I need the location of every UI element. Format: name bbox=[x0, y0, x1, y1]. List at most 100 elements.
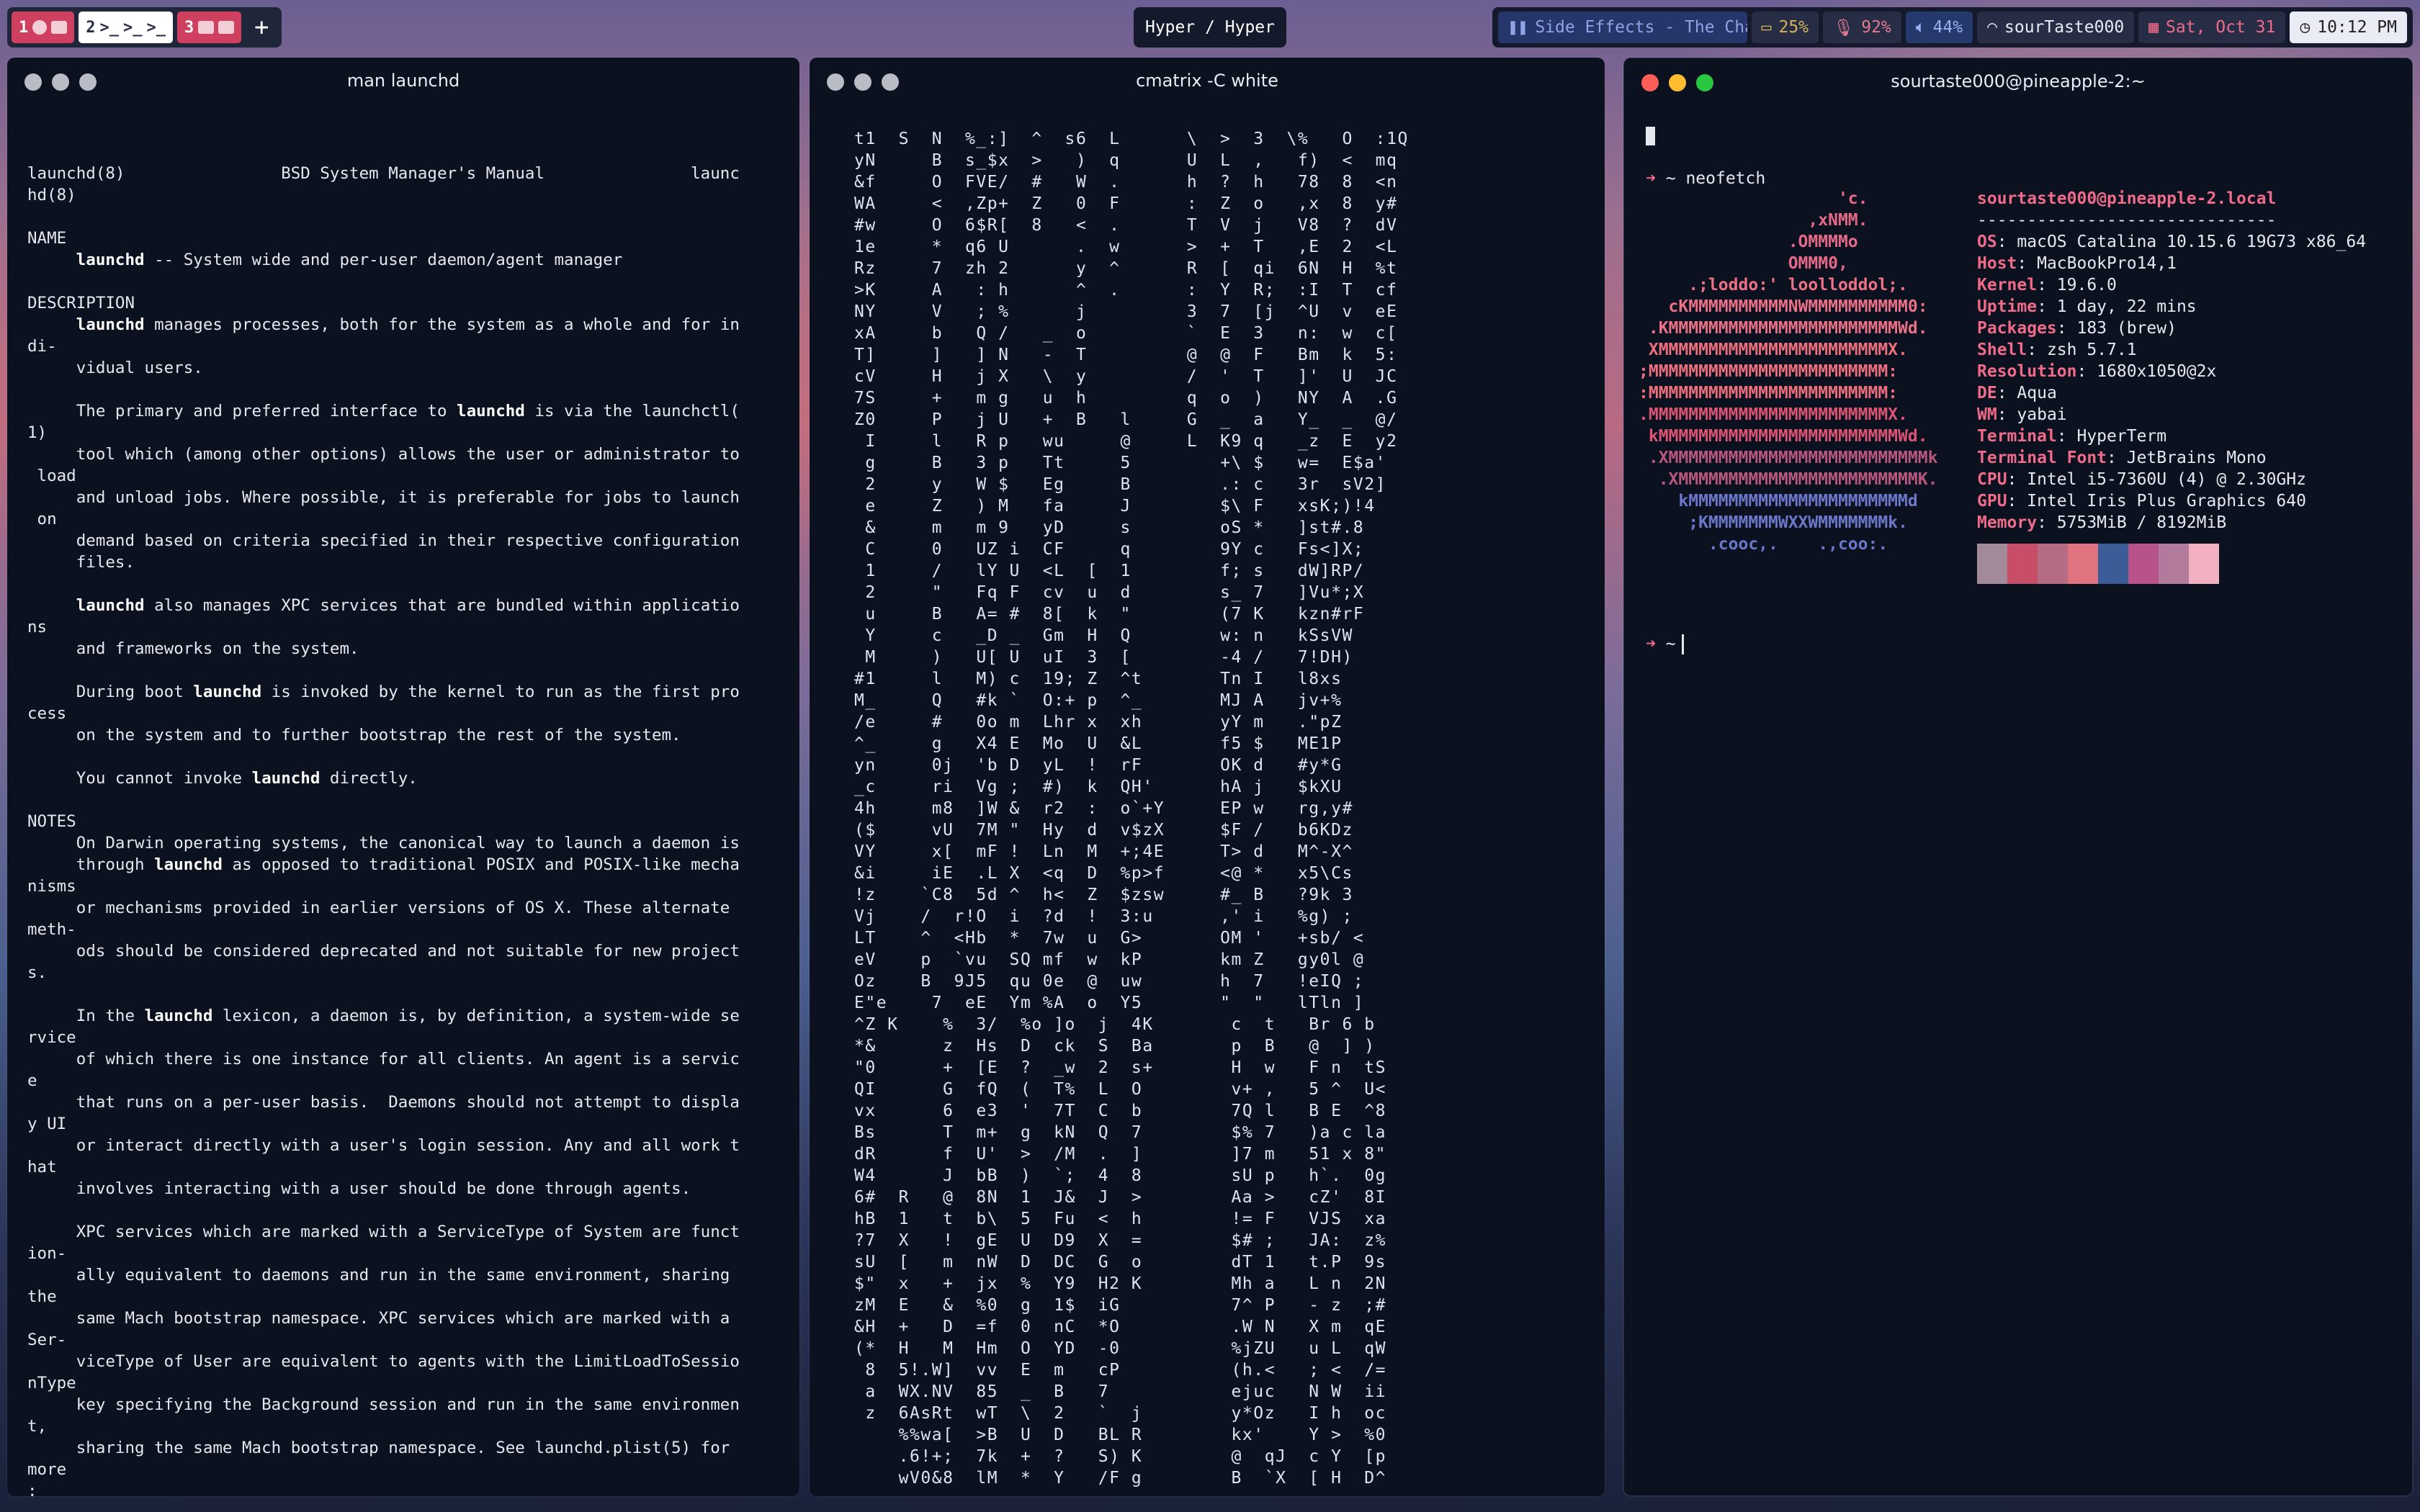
matrix-row: E"e 7 eE Ym %A o Y5 " " lTln ] bbox=[854, 994, 1365, 1012]
man-line: launchd manages processes, both for the … bbox=[76, 315, 740, 334]
info-row: Memory: 5753MiB / 8192MiB bbox=[1977, 513, 2227, 532]
space-3[interactable]: 3 bbox=[177, 12, 242, 43]
matrix-row: &H + D =f 0 nC *O .W N X m qE bbox=[854, 1318, 1387, 1336]
logo-row: .OMMMMo bbox=[1639, 233, 1858, 251]
man-page-text[interactable]: launchd(8) BSD System Manager's Manual l… bbox=[27, 163, 740, 1496]
matrix-row: g B 3 p Tt 5 +\ $ w= E$a' bbox=[854, 454, 1387, 472]
text-cursor bbox=[1681, 634, 1684, 654]
info-row: CPU: Intel i5-7360U (4) @ 2.30GHz bbox=[1977, 470, 2306, 489]
man-line: meth- bbox=[27, 920, 76, 939]
man-line: ns bbox=[27, 618, 48, 636]
matrix-row: a WX.NV 85 _ B 7 ejuc N W ii bbox=[854, 1382, 1387, 1401]
logo-row: .;loddo:' loolloddol;. bbox=[1639, 276, 1908, 294]
man-line: On Darwin operating systems, the canonic… bbox=[27, 834, 740, 852]
man-line: hd(8) bbox=[27, 186, 76, 204]
space-2[interactable]: 2 >_ >_ >_ bbox=[79, 12, 173, 43]
info-key: Uptime bbox=[1977, 297, 2038, 316]
man-line: vidual users. bbox=[27, 359, 203, 377]
info-row: Terminal Font: JetBrains Mono bbox=[1977, 449, 2267, 467]
info-key: CPU bbox=[1977, 470, 2007, 489]
info-key: Shell bbox=[1977, 341, 2027, 359]
date-display[interactable]: ▦ Sat, Oct 31 bbox=[2138, 12, 2286, 43]
terminal-icon: >_ bbox=[99, 18, 120, 37]
matrix-row: %%wa[ >B U D BL R kx' Y > %0 bbox=[854, 1426, 1387, 1444]
info-value: Aqua bbox=[2017, 384, 2057, 402]
now-playing[interactable]: ❚❚ Side Effects - The Chainsmokers bbox=[1497, 12, 1747, 43]
window-titlebar[interactable]: sourtaste000@pineapple-2:~ bbox=[1624, 58, 2412, 99]
matrix-row: ($ vU 7M " Hy d v$zX $F / b6KDz bbox=[854, 821, 1353, 840]
logo-row: ;KMMMMMMMWXXWMMMMMMMk. bbox=[1639, 513, 1908, 532]
matrix-row: 4h m8 ]W & r2 : o`+Y EP w rg,y# bbox=[854, 799, 1353, 818]
space-number: 3 bbox=[184, 18, 194, 37]
man-line: The primary and preferred interface to l… bbox=[27, 402, 740, 420]
man-line: nType bbox=[27, 1374, 76, 1392]
matrix-row: e Z ) M fa J $\ F xsK;)!4 bbox=[854, 497, 1376, 516]
wifi-status[interactable]: ◠ sourTaste000 bbox=[1977, 12, 2135, 43]
terminal-window-man[interactable]: man launchd launchd(8) BSD System Manage… bbox=[7, 58, 799, 1496]
add-space-button[interactable]: + bbox=[246, 12, 277, 43]
terminal-window-neofetch[interactable]: sourtaste000@pineapple-2:~ ➜ ~ neofetch … bbox=[1623, 58, 2413, 1496]
matrix-row: C 0 UZ i CF q 9Y c Fs<]X; bbox=[854, 540, 1365, 559]
wifi-icon: ◠ bbox=[1987, 18, 1997, 37]
info-key: WM bbox=[1977, 405, 1997, 424]
man-line: sharing the same Mach bootstrap namespac… bbox=[27, 1439, 730, 1457]
matrix-row: 8 5!.W] vv E m cP (h.< ; < /= bbox=[854, 1361, 1387, 1380]
separator: ------------------------------ bbox=[1977, 211, 2277, 230]
man-line: of which there is one instance for all c… bbox=[27, 1050, 740, 1068]
logo-row: cKMMMMMMMMMMNWMMMMMMMMMM0: bbox=[1639, 297, 1928, 316]
window-titlebar[interactable]: cmatrix -C white bbox=[810, 58, 1605, 98]
color-swatch bbox=[2007, 544, 2038, 584]
man-line: load bbox=[27, 467, 76, 485]
matrix-row: Y c _D _ Gm H Q w: n kSsVW bbox=[854, 626, 1353, 645]
battery-status[interactable]: ▭ 25% bbox=[1751, 12, 1819, 43]
man-line: Ser- bbox=[27, 1331, 67, 1349]
logo-row: .KMMMMMMMMMMMMMMMMMMMMMMMWd. bbox=[1639, 319, 1928, 338]
terminal-window-cmatrix[interactable]: cmatrix -C white t1 S N %_:] ^ s6 L \ > … bbox=[810, 58, 1605, 1496]
info-key: OS bbox=[1977, 233, 1997, 251]
window-titlebar[interactable]: man launchd bbox=[7, 58, 799, 98]
matrix-row: 2 " Fq F cv u d s_ 7 ]Vu*;X bbox=[854, 583, 1365, 602]
man-line: on bbox=[27, 510, 57, 528]
man-line: t, bbox=[27, 1417, 48, 1436]
space-1[interactable]: 1 bbox=[12, 12, 75, 43]
matrix-row: ^_ g X4 E Mo U &L f5 $ ME1P bbox=[854, 734, 1343, 753]
man-line: ods should be considered deprecated and … bbox=[27, 942, 740, 960]
matrix-row: yn 0j 'b D yL ! rF OK d #y*G bbox=[854, 756, 1343, 775]
info-key: Memory bbox=[1977, 513, 2038, 532]
info-key: GPU bbox=[1977, 492, 2007, 510]
matrix-row: &i iE .L X <q D %p>f <@ * x5\Cs bbox=[854, 864, 1353, 883]
man-line: the bbox=[27, 1287, 57, 1306]
terminal-icon: >_ bbox=[146, 18, 166, 37]
active-prompt[interactable]: ➜ ~ bbox=[1646, 634, 1684, 654]
volume-status[interactable]: 🔈︎ 44% bbox=[1905, 12, 1973, 43]
man-line: During boot launchd is invoked by the ke… bbox=[27, 683, 740, 701]
info-key: Host bbox=[1977, 254, 2017, 273]
mic-status[interactable]: 🎙︎ 92% bbox=[1823, 12, 1901, 43]
clock-display[interactable]: ◷ 10:12 PM bbox=[2290, 12, 2407, 43]
matrix-row: .6!+; 7k + ? S) K @ qJ c Y [p bbox=[854, 1447, 1387, 1466]
info-value: JetBrains Mono bbox=[2126, 449, 2267, 467]
matrix-row: & m m 9 yD s oS * ]st#.8 bbox=[854, 518, 1365, 537]
info-row: Shell: zsh 5.7.1 bbox=[1977, 341, 2137, 359]
color-swatch bbox=[2038, 544, 2068, 584]
neofetch-command-line[interactable]: ➜ ~ neofetch bbox=[1646, 125, 1765, 189]
logo-row: ,xNMM. bbox=[1639, 211, 1868, 230]
info-row: Host: MacBookPro14,1 bbox=[1977, 254, 2177, 273]
matrix-row: /e # 0o m Lhr x xh yY m ."pZ bbox=[854, 713, 1343, 732]
matrix-row: 7S + m g u h q o ) NY A .G bbox=[854, 389, 1398, 408]
color-swatch bbox=[1977, 544, 2007, 584]
now-playing-text: Side Effects - The Chainsmokers bbox=[1535, 18, 1747, 37]
focused-window-title: Hyper / Hyper bbox=[1134, 7, 1286, 48]
matrix-row: zM E & %0 g 1$ iG 7^ P - z ;# bbox=[854, 1296, 1387, 1315]
status-area: ❚❚ Side Effects - The Chainsmokers ▭ 25%… bbox=[1492, 7, 2413, 48]
info-key: Packages bbox=[1977, 319, 2057, 338]
matrix-row: $" x + jx % Y9 H2 K Mh a L n 2N bbox=[854, 1274, 1387, 1293]
matrix-row: 1 / lY U <L [ 1 f; s dW]RP/ bbox=[854, 562, 1365, 580]
matrix-row: cV H j X \ y / ' T ]' U JC bbox=[854, 367, 1398, 386]
man-line: and unload jobs. Where possible, it is p… bbox=[27, 488, 740, 507]
man-line: y UI bbox=[27, 1115, 67, 1133]
discord-icon bbox=[198, 21, 215, 34]
matrix-row: Z0 P j U + B l G _ a Y_ _ @/ bbox=[854, 410, 1398, 429]
matrix-row: hB 1 t b\ 5 Fu < h != F VJS xa bbox=[854, 1210, 1387, 1228]
man-line: In the launchd lexicon, a daemon is, by … bbox=[27, 1007, 740, 1025]
